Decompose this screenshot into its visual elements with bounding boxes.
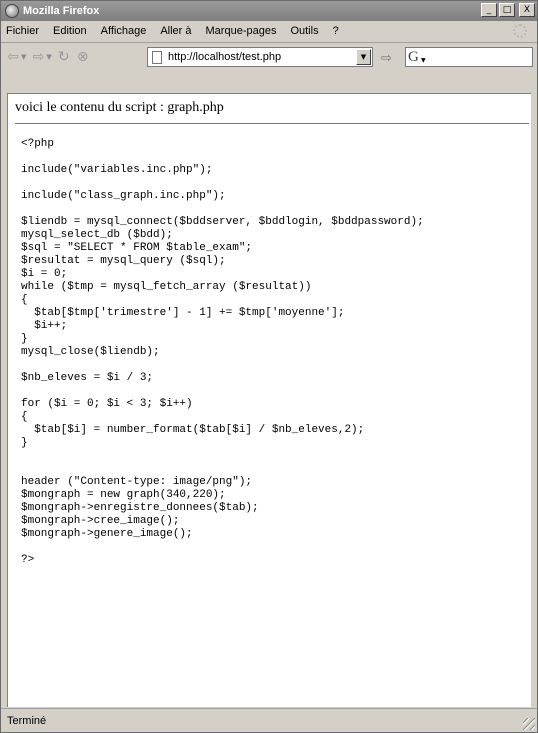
page-icon [152, 50, 162, 64]
menu-outils[interactable]: Outils [283, 25, 325, 37]
code-line: $nb_eleves = $i / 3; [21, 372, 154, 384]
resize-grip-icon[interactable] [523, 718, 535, 730]
status-text: Terminé [7, 714, 47, 727]
code-line: include("class_graph.inc.php"); [21, 190, 226, 202]
title-bar[interactable]: Mozilla Firefox _ □ X [1, 1, 537, 21]
url-bar[interactable]: http://localhost/test.php ▼ [147, 47, 373, 67]
menu-edition[interactable]: Edition [46, 25, 94, 37]
code-line: $tab[$i] = number_format($tab[$i] / $nb_… [21, 424, 365, 436]
search-engine-dropdown-icon[interactable]: ▼ [421, 57, 426, 64]
code-line: $tab[$tmp['trimestre'] - 1] += $tmp['moy… [21, 307, 345, 319]
code-line: while ($tmp = mysql_fetch_array ($result… [21, 281, 312, 293]
code-line: ?> [21, 554, 35, 566]
close-button[interactable]: X [519, 3, 535, 17]
code-line: { [21, 294, 28, 306]
go-icon[interactable]: ⇨ [381, 51, 392, 66]
code-line: $sql = "SELECT * FROM $table_exam"; [21, 242, 253, 254]
stop-icon[interactable]: ⊗ [76, 49, 90, 65]
back-arrow-icon[interactable]: ⇦ [6, 49, 20, 65]
reload-icon[interactable]: ↻ [57, 49, 71, 65]
throbber-icon [513, 24, 527, 38]
forward-arrow-icon[interactable]: ⇨ [31, 49, 45, 65]
code-line: mysql_select_db ($bdd); [21, 229, 173, 241]
code-line: include("variables.inc.php"); [21, 164, 213, 176]
window-controls: _ □ X [481, 3, 535, 17]
code-line: for ($i = 0; $i < 3; $i++) [21, 398, 193, 410]
menu-help[interactable]: ? [326, 25, 346, 37]
url-text[interactable]: http://localhost/test.php [168, 51, 281, 63]
code-line: } [21, 333, 28, 345]
browser-window: Mozilla Firefox _ □ X Fichier Edition Af… [0, 0, 538, 733]
navigation-toolbar: ⇦ ▼ ⇨ ▼ ↻ ⊗ http://localhost/test.php ▼ … [1, 42, 537, 70]
code-line: $i++; [21, 320, 68, 332]
menu-marque-pages[interactable]: Marque-pages [199, 25, 284, 37]
search-box[interactable]: G ▼ [405, 47, 533, 67]
url-dropdown-button[interactable]: ▼ [356, 49, 371, 65]
divider [15, 123, 529, 124]
code-line: $i = 0; [21, 268, 68, 280]
code-line: $liendb = mysql_connect($bddserver, $bdd… [21, 216, 424, 228]
menu-affichage[interactable]: Affichage [94, 25, 154, 37]
maximize-button[interactable]: □ [499, 3, 515, 17]
code-line: { [21, 411, 28, 423]
menu-fichier[interactable]: Fichier [1, 25, 46, 37]
code-line: $mongraph->enregistre_donnees($tab); [21, 502, 259, 514]
firefox-logo-icon [5, 4, 19, 18]
status-bar: Terminé [1, 708, 537, 732]
code-line: mysql_close($liendb); [21, 346, 160, 358]
code-line: $mongraph->genere_image(); [21, 528, 193, 540]
code-line: } [21, 437, 28, 449]
menu-aller-a[interactable]: Aller à [153, 25, 198, 37]
search-engine-icon[interactable]: G [408, 49, 419, 66]
code-line: $mongraph->cree_image(); [21, 515, 180, 527]
back-dropdown-icon[interactable]: ▼ [21, 53, 26, 61]
menu-bar: Fichier Edition Affichage Aller à Marque… [1, 21, 537, 41]
code-line: header ("Content-type: image/png"); [21, 476, 253, 488]
page-heading: voici le contenu du script : graph.php [15, 100, 224, 115]
code-block: <?php include("variables.inc.php"); includ… [21, 138, 529, 567]
code-line: $resultat = mysql_query ($sql); [21, 255, 226, 267]
forward-dropdown-icon[interactable]: ▼ [46, 53, 51, 61]
code-line: $mongraph = new graph(340,220); [21, 489, 226, 501]
minimize-button[interactable]: _ [481, 3, 497, 17]
window-title: Mozilla Firefox [23, 5, 100, 17]
code-line: <?php [21, 138, 55, 150]
